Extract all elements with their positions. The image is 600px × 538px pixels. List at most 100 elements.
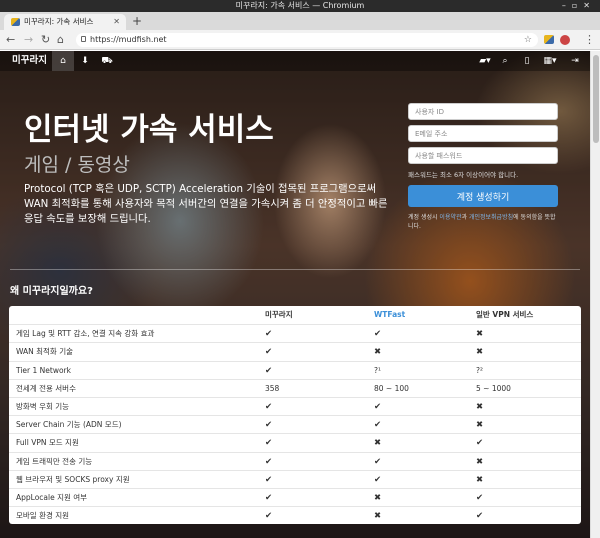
check-icon: ✔ (476, 438, 484, 449)
signup-form: 패스워드는 최소 6자 이상이어야 합니다. 계정 생성하기 계정 생성시 이용… (408, 103, 558, 231)
cross-icon: ✖ (476, 329, 484, 340)
reload-icon[interactable]: ↻ (41, 32, 50, 48)
back-arrow-icon[interactable]: ← (6, 32, 15, 48)
tab-title: 미꾸라지: 가속 서비스 (24, 17, 94, 26)
feature-label: Tier 1 Network (16, 365, 71, 375)
password-hint: 패스워드는 최소 6자 이상이어야 합니다. (408, 171, 519, 179)
grid-menu-icon[interactable]: ▦▾ (538, 51, 562, 71)
feature-label: 전세계 전용 서버수 (16, 383, 76, 393)
check-icon: ✔ (374, 329, 382, 340)
download-icon[interactable]: ⬇ (74, 51, 96, 71)
browser-tab[interactable]: 미꾸라지: 가속 서비스 ✕ (4, 14, 126, 30)
url-input[interactable]: https://mudfish.net ☆ (76, 33, 538, 47)
table-row: 게임 트래픽만 전송 기능 ✔ ✔ ✖ (9, 451, 581, 470)
table-row: 게임 Lag 및 RTT 감소, 연결 지속 강화 효과 ✔ ✔ ✖ (9, 324, 581, 342)
feature-label: 게임 트래픽만 전송 기능 (16, 456, 93, 466)
feature-label: Server Chain 기능 (ADN 모드) (16, 420, 122, 430)
home-icon[interactable]: ⌂ (52, 51, 74, 71)
cross-icon: ✖ (476, 456, 484, 467)
cross-icon: ✖ (374, 492, 382, 503)
terms-text: 계정 생성시 (408, 214, 440, 221)
hero-description: Protocol (TCP 혹은 UDP, SCTP) Acceleration… (24, 183, 388, 225)
check-icon: ✔ (265, 474, 273, 485)
table-cell: 358 (265, 383, 280, 393)
check-icon: ✔ (374, 420, 382, 431)
feature-label: 게임 Lag 및 RTT 감소, 연결 지속 강화 효과 (16, 329, 155, 339)
check-icon: ✔ (265, 347, 273, 358)
table-header-cell: 일반 VPN 서비스 (476, 310, 534, 319)
login-icon[interactable]: ⇥ (564, 51, 586, 71)
section-title: 왜 미꾸라지일까요? (10, 286, 93, 297)
new-tab-button[interactable]: + (132, 14, 142, 28)
email-input[interactable] (408, 125, 558, 142)
table-header-cell[interactable]: WTFast (374, 306, 405, 324)
window-controls[interactable]: –▫✕ (562, 0, 596, 12)
table-row: 전세계 전용 서버수 358 80 ~ 100 5 ~ 1000 (9, 378, 581, 397)
site-navbar: 미꾸라지 ⌂ ⬇ ⛟ ▰▾ ⌕ ▯ ▦▾ ⇥ (0, 51, 590, 71)
scrollbar[interactable] (590, 51, 600, 538)
check-icon: ✔ (265, 456, 273, 467)
check-icon: ✔ (265, 401, 273, 412)
cart-icon[interactable]: ⛟ (96, 51, 118, 71)
create-account-button[interactable]: 계정 생성하기 (408, 185, 558, 207)
hero-subtitle: 게임 / 동영상 (24, 154, 130, 176)
check-icon: ✔ (374, 401, 382, 412)
table-cell: 80 ~ 100 (374, 383, 409, 393)
check-icon: ✔ (374, 474, 382, 485)
feature-label: 웹 브라우저 및 SOCKS proxy 지원 (16, 474, 130, 484)
section-divider (10, 269, 580, 270)
lock-icon (81, 36, 86, 42)
hero-title: 인터넷 가속 서비스 (24, 112, 274, 148)
home-icon[interactable]: ⌂ (57, 32, 64, 48)
table-row: Server Chain 기능 (ADN 모드) ✔ ✔ ✖ (9, 415, 581, 433)
terms-of-use-link[interactable]: 이용약관 (439, 214, 461, 221)
password-input[interactable] (408, 147, 558, 164)
search-icon[interactable]: ⌕ (494, 51, 516, 71)
feature-label: 모바일 환경 지원 (16, 511, 70, 521)
table-row: 웹 브라우저 및 SOCKS proxy 지원 ✔ ✔ ✖ (9, 469, 581, 488)
user-id-input[interactable] (408, 103, 558, 120)
check-icon: ✔ (265, 511, 273, 522)
tab-strip: 미꾸라지: 가속 서비스 ✕ + (0, 12, 600, 30)
check-icon: ✔ (374, 456, 382, 467)
table-row: Tier 1 Network ✔ ?¹ ?² (9, 360, 581, 379)
comparison-table: 미꾸라지 WTFast 일반 VPN 서비스게임 Lag 및 RTT 감소, 연결 … (9, 306, 581, 525)
check-icon: ✔ (265, 420, 273, 431)
privacy-policy-link[interactable]: 개인정보취급방침 (469, 214, 513, 221)
table-row: 모바일 환경 지원 ✔ ✖ ✔ (9, 506, 581, 524)
table-row: AppLocale 지원 여부 ✔ ✖ ✔ (9, 487, 581, 506)
terms-text: 과 (461, 214, 469, 221)
table-row: Full VPN 모드 지원 ✔ ✖ ✔ (9, 433, 581, 451)
forward-arrow-icon[interactable]: → (24, 32, 33, 48)
extension-icon[interactable] (544, 35, 554, 44)
check-icon: ✔ (265, 365, 273, 376)
check-icon: ✔ (476, 492, 484, 503)
site-brand[interactable]: 미꾸라지 (12, 51, 47, 71)
window-title: 미꾸라지: 가속 서비스 — Chromium (235, 1, 365, 10)
scrollbar-thumb[interactable] (593, 55, 599, 143)
cross-icon: ✖ (476, 401, 484, 412)
table-row: WAN 최적화 기술 ✔ ✖ ✖ (9, 342, 581, 360)
table-cell: 5 ~ 1000 (476, 383, 511, 393)
terms-notice: 계정 생성시 이용약관과 개인정보취급방침에 동의함을 뜻합니다. (408, 213, 558, 231)
close-icon[interactable]: ✕ (113, 14, 120, 30)
check-icon: ✔ (476, 511, 484, 522)
table-cell: ?¹ (374, 365, 381, 375)
table-header-cell: 미꾸라지 (265, 310, 293, 319)
address-bar: ← → ↻ ⌂ https://mudfish.net ☆ ⋮ (0, 30, 600, 50)
profile-avatar-icon[interactable] (560, 35, 570, 45)
feature-label: AppLocale 지원 여부 (16, 492, 88, 502)
feature-label: Full VPN 모드 지원 (16, 438, 79, 448)
check-icon: ✔ (265, 492, 273, 503)
table-header-row: 미꾸라지 WTFast 일반 VPN 서비스 (9, 306, 581, 324)
book-icon[interactable]: ▯ (516, 51, 538, 71)
cross-icon: ✖ (374, 438, 382, 449)
url-text: https://mudfish.net (90, 35, 167, 44)
cross-icon: ✖ (476, 347, 484, 358)
feature-label: 방화벽 우회 기능 (16, 401, 70, 411)
browser-menu-icon[interactable]: ⋮ (584, 33, 595, 47)
bookmark-star-icon[interactable]: ☆ (524, 33, 532, 47)
favicon-icon (11, 18, 20, 26)
cross-icon: ✖ (476, 420, 484, 431)
page-viewport: 미꾸라지 ⌂ ⬇ ⛟ ▰▾ ⌕ ▯ ▦▾ ⇥ 인터넷 가속 서비스 게임 / 동… (0, 51, 590, 538)
